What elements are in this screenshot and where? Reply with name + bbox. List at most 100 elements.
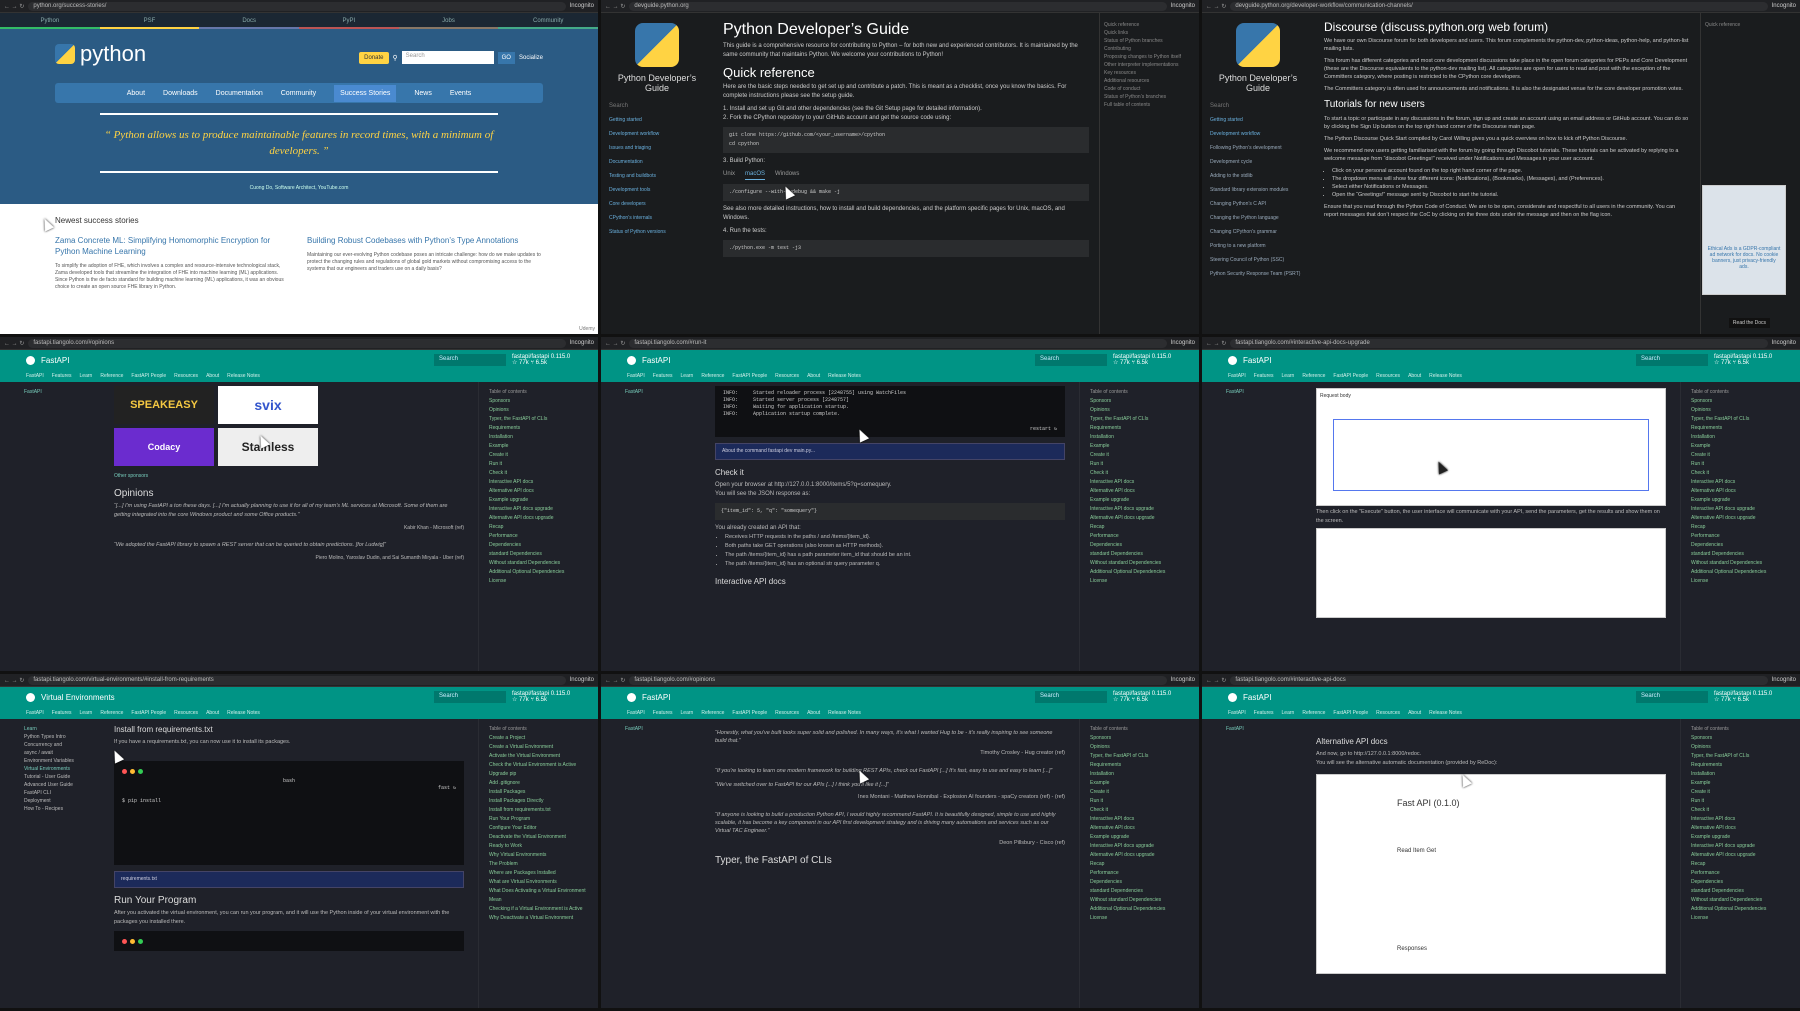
toc-item[interactable]: Status of Python’s branches [1104, 93, 1195, 101]
toc-item[interactable]: Installation [1090, 433, 1189, 442]
tab[interactable]: Release Notes [1429, 373, 1462, 379]
search-input[interactable]: Search [434, 354, 506, 366]
toc-item[interactable]: Typer, the FastAPI of CLIs [1691, 415, 1790, 424]
nav-arrows-icon[interactable]: ← → ↻ [605, 3, 625, 10]
toc-item[interactable]: Create it [1691, 451, 1790, 460]
toc-item[interactable]: Proposing changes to Python itself [1104, 53, 1195, 61]
toc-item[interactable]: Additional Optional Dependencies [1691, 568, 1790, 577]
toc-item[interactable]: Upgrade pip [489, 770, 588, 779]
toc-item[interactable]: Without standard Dependencies [489, 559, 588, 568]
toc-item[interactable]: Recap [1090, 523, 1189, 532]
tab[interactable]: Features [1254, 710, 1274, 716]
toc-item[interactable]: License [1691, 577, 1790, 586]
toc-item[interactable]: Interactive API docs [489, 478, 588, 487]
toc-item[interactable]: License [1691, 914, 1790, 923]
toc-item[interactable]: Alternative API docs upgrade [1090, 514, 1189, 523]
toc-item[interactable]: License [489, 577, 588, 586]
tab[interactable]: About [206, 373, 219, 379]
github-link[interactable]: fastapi/fastapi 0.115.0 ☆ 77k ⑂ 6.5k [512, 354, 572, 366]
tab[interactable]: Features [1254, 373, 1274, 379]
donate-button[interactable]: Donate [359, 51, 389, 64]
toc-item[interactable]: Install from requirements.txt [489, 806, 588, 815]
tab[interactable]: Resources [775, 710, 799, 716]
left-nav-item[interactable]: Virtual Environments [24, 765, 76, 773]
tab[interactable]: Learn [1282, 710, 1295, 716]
address-bar[interactable]: devguide.python.org [629, 1, 1167, 11]
left-nav-item[interactable]: FastAPI [1226, 388, 1278, 396]
tab[interactable]: FastAPI People [732, 710, 767, 716]
toc-item[interactable]: Install Packages [489, 788, 588, 797]
sidebar-item[interactable]: Status of Python versions [609, 229, 705, 235]
toc-item[interactable]: Contributing [1104, 45, 1195, 53]
toc-item[interactable]: Create a Project [489, 734, 588, 743]
top-tab[interactable]: PSF [99, 13, 200, 29]
top-tab[interactable]: Community [498, 13, 598, 29]
toc-item[interactable]: The Problem [489, 860, 588, 869]
toc-item[interactable]: Dependencies [1691, 541, 1790, 550]
sidebar-item[interactable]: Documentation [609, 159, 705, 165]
tab[interactable]: About [1408, 373, 1421, 379]
toc-item[interactable]: Additional resources [1104, 77, 1195, 85]
toc-item[interactable]: Quick reference [1705, 21, 1796, 29]
sidebar-item[interactable]: Changing the Python language [1210, 215, 1306, 221]
toc-item[interactable]: Alternative API docs [1090, 824, 1189, 833]
search-input[interactable]: Search [1636, 691, 1708, 703]
sponsor-codacy[interactable]: Codacy [114, 428, 214, 466]
sidebar-item[interactable]: Python Security Response Team (PSRT) [1210, 271, 1306, 277]
search-input[interactable]: Search [401, 51, 494, 64]
sidebar-item[interactable]: Changing CPython’s grammar [1210, 229, 1306, 235]
toc-item[interactable]: Example upgrade [1090, 833, 1189, 842]
toc-item[interactable]: Sponsors [489, 397, 588, 406]
toc-item[interactable]: Alternative API docs [489, 487, 588, 496]
toc-item[interactable]: Additional Optional Dependencies [1691, 905, 1790, 914]
sidebar-item[interactable]: Development tools [609, 187, 705, 193]
toc-item[interactable]: Example [1090, 442, 1189, 451]
address-bar[interactable]: fastapi.tiangolo.com/#interactive-api-do… [1230, 675, 1768, 685]
tab[interactable]: Features [52, 710, 72, 716]
tab[interactable]: Learn [1282, 373, 1295, 379]
fastapi-logo-icon[interactable] [1228, 692, 1237, 702]
tab[interactable]: FastAPI People [1333, 710, 1368, 716]
top-tab[interactable]: Docs [199, 13, 300, 29]
toc-item[interactable]: Additional Optional Dependencies [489, 568, 588, 577]
toc-item[interactable]: Alternative API docs [1691, 487, 1790, 496]
nav-community[interactable]: Community [281, 90, 316, 97]
tab[interactable]: Reference [100, 373, 123, 379]
tab[interactable]: FastAPI [1228, 373, 1246, 379]
fastapi-logo-icon[interactable] [1228, 355, 1237, 365]
toc-item[interactable]: What Does Activating a Virtual Environme… [489, 887, 588, 905]
tab[interactable]: Features [52, 373, 72, 379]
toc-item[interactable]: Sponsors [1090, 734, 1189, 743]
address-bar[interactable]: fastapi.tiangolo.com/#run-it [629, 338, 1167, 348]
toc-item[interactable]: Recap [489, 523, 588, 532]
github-link[interactable]: fastapi/fastapi 0.115.0 ☆ 77k ⑂ 6.5k [512, 691, 572, 703]
sidebar-item[interactable]: Testing and buildbots [609, 173, 705, 179]
sidebar-item[interactable]: Steering Council of Python (SSC) [1210, 257, 1306, 263]
go-button[interactable]: GO [497, 51, 515, 64]
toc-item[interactable]: Quick links [1104, 29, 1195, 37]
toc-item[interactable]: Create it [489, 451, 588, 460]
left-nav-item[interactable]: FastAPI [625, 725, 677, 733]
tab[interactable]: Resources [174, 710, 198, 716]
toc-item[interactable]: Typer, the FastAPI of CLIs [489, 415, 588, 424]
story-link[interactable]: Zama Concrete ML: Simplifying Homomorphi… [55, 235, 291, 257]
tab[interactable]: Reference [100, 710, 123, 716]
toc-item[interactable]: Install Packages Directly [489, 797, 588, 806]
toc-item[interactable]: Ready to Work [489, 842, 588, 851]
nav-news[interactable]: News [414, 90, 432, 97]
sponsor-stainless[interactable]: Stainless [218, 428, 318, 466]
nav-arrows-icon[interactable]: ← → ↻ [4, 340, 24, 347]
toc-item[interactable]: Sponsors [1691, 734, 1790, 743]
left-nav-item[interactable]: Deployment [24, 797, 76, 805]
toc-item[interactable]: Opinions [1090, 743, 1189, 752]
tab[interactable]: FastAPI [26, 710, 44, 716]
sidebar-item[interactable]: Adding to the stdlib [1210, 173, 1306, 179]
toc-item[interactable]: What are Virtual Environments [489, 878, 588, 887]
toc-item[interactable]: Activate the Virtual Environment [489, 752, 588, 761]
fastapi-logo-icon[interactable] [26, 692, 35, 702]
nav-arrows-icon[interactable]: ← → ↻ [605, 340, 625, 347]
toc-item[interactable]: License [1090, 914, 1189, 923]
toc-item[interactable]: Checking if a Virtual Environment is Act… [489, 905, 588, 914]
sidebar-item[interactable]: Getting started [609, 117, 705, 123]
toc-item[interactable]: Interactive API docs [1090, 478, 1189, 487]
